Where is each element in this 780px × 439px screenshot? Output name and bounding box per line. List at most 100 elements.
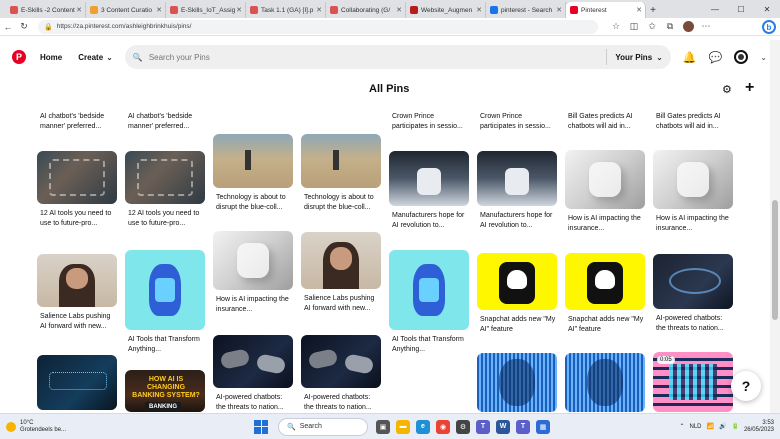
store-icon[interactable]: ▦ bbox=[536, 419, 550, 434]
tab-close-icon[interactable]: ✕ bbox=[396, 6, 402, 14]
collections-icon[interactable]: ⧉ bbox=[662, 19, 678, 35]
wifi-icon[interactable]: 📶 bbox=[707, 423, 714, 430]
pin-card[interactable]: How is AI impacting the insurance... bbox=[653, 150, 733, 233]
pin-card[interactable] bbox=[565, 353, 645, 412]
pin-card[interactable]: Manufacturers hope for AI revolution to.… bbox=[389, 151, 469, 230]
search-scope-dropdown[interactable]: Your Pins ⌄ bbox=[606, 49, 670, 65]
tab-close-icon[interactable]: ✕ bbox=[316, 6, 322, 14]
tab-close-icon[interactable]: ✕ bbox=[236, 6, 242, 14]
pinterest-logo-icon[interactable]: P bbox=[12, 50, 26, 64]
scrollbar-thumb[interactable] bbox=[772, 200, 778, 320]
pin-card[interactable]: AI-powered chatbots: the threats to nati… bbox=[653, 254, 733, 333]
bing-chat-icon[interactable]: b bbox=[762, 20, 776, 34]
nav-create-label: Create bbox=[78, 52, 104, 62]
maximize-icon[interactable]: ☐ bbox=[728, 0, 754, 18]
pin-card[interactable]: Snapchat adds new "My AI" feature bbox=[565, 253, 645, 334]
pin-caption[interactable]: Crown Prince participates in sessio... bbox=[477, 112, 557, 131]
pin-card[interactable]: AI-powered chatbots: the threats to nati… bbox=[213, 335, 293, 412]
reload-icon[interactable]: ↻ bbox=[16, 19, 32, 35]
account-chevron-icon[interactable]: ⌄ bbox=[760, 53, 767, 62]
tab-close-icon[interactable]: ✕ bbox=[156, 6, 162, 14]
taskbar-search[interactable]: 🔍 Search bbox=[278, 417, 368, 436]
more-icon[interactable]: ⋯ bbox=[698, 19, 714, 35]
task-view-icon[interactable]: ▣ bbox=[376, 419, 390, 434]
file-explorer-icon[interactable]: ▬ bbox=[396, 419, 410, 434]
word-icon[interactable]: W bbox=[496, 419, 510, 434]
chevron-down-icon: ⌄ bbox=[106, 52, 113, 62]
tab-favicon-icon bbox=[410, 6, 418, 14]
teams-chat-icon[interactable]: T bbox=[516, 419, 530, 434]
pin-card[interactable]: AI-powered chatbots: the threats to nati… bbox=[301, 335, 381, 412]
pin-card[interactable]: AI Tools that Transform Anything... bbox=[125, 250, 205, 354]
search-scope-label: Your Pins bbox=[615, 52, 653, 62]
browser-tab[interactable]: Website_Augmen ✕ bbox=[406, 2, 486, 18]
browser-tab[interactable]: Task 1.1 (GA) [I].p ✕ bbox=[246, 2, 326, 18]
search-input[interactable]: 🔍 Search your Pins Your Pins ⌄ bbox=[124, 45, 671, 69]
pin-image bbox=[213, 231, 293, 290]
minimize-icon[interactable]: — bbox=[702, 0, 728, 18]
favorite-icon[interactable]: ☆ bbox=[608, 19, 624, 35]
edge-browser-icon[interactable]: e bbox=[416, 419, 430, 434]
weather-widget[interactable]: 10°C Grotendeels be... bbox=[6, 420, 106, 434]
volume-icon[interactable]: 🔊 bbox=[719, 423, 726, 430]
browser-tab[interactable]: E-Skills -2 Content ✕ bbox=[6, 2, 86, 18]
tab-close-icon[interactable]: ✕ bbox=[476, 6, 482, 14]
messages-icon[interactable]: 💬 bbox=[709, 51, 723, 64]
browser-tab[interactable]: E-Skills_IoT_Assig ✕ bbox=[166, 2, 246, 18]
filter-icon[interactable]: ⚙ bbox=[722, 83, 732, 96]
browser-tab[interactable]: Pinterest ✕ bbox=[566, 2, 646, 18]
pin-image: 0:05 bbox=[653, 352, 733, 412]
pin-caption[interactable]: AI chatbot's 'bedside manner' preferred.… bbox=[37, 112, 117, 131]
pin-image bbox=[477, 151, 557, 206]
pin-card[interactable]: 0:05 bbox=[653, 352, 733, 412]
profile-icon[interactable] bbox=[680, 19, 696, 35]
pin-card[interactable]: HOW AI IS CHANGING BANKING SYSTEM? BANKI… bbox=[125, 370, 205, 412]
pin-caption[interactable]: AI chatbot's 'bedside manner' preferred.… bbox=[125, 112, 205, 131]
tab-close-icon[interactable]: ✕ bbox=[556, 6, 562, 14]
nav-home[interactable]: Home bbox=[40, 53, 62, 62]
nav-create[interactable]: Create ⌄ bbox=[78, 53, 113, 62]
split-screen-icon[interactable]: ◫ bbox=[626, 19, 642, 35]
pin-card[interactable]: How is AI impacting the insurance... bbox=[565, 150, 645, 233]
pin-card[interactable]: Salience Labs pushing AI forward with ne… bbox=[37, 254, 117, 331]
battery-icon[interactable]: 🔋 bbox=[731, 423, 738, 430]
windows-start-icon[interactable] bbox=[254, 419, 268, 434]
pin-card[interactable]: Technology is about to disrupt the blue-… bbox=[301, 134, 381, 212]
pin-caption[interactable]: Crown Prince participates in sessio... bbox=[389, 112, 469, 131]
profile-avatar-button[interactable] bbox=[734, 50, 749, 64]
page-scrollbar[interactable] bbox=[770, 40, 780, 413]
url-field[interactable]: 🔒 https://za.pinterest.com/ashleighbrink… bbox=[38, 19, 598, 34]
language-indicator[interactable]: NLD bbox=[690, 424, 702, 430]
browser-tab[interactable]: 3 Content Curatio ✕ bbox=[86, 2, 166, 18]
pin-card[interactable] bbox=[477, 353, 557, 412]
add-pin-icon[interactable]: + bbox=[745, 79, 754, 97]
pin-card[interactable] bbox=[37, 355, 117, 410]
tab-label: E-Skills -2 Content bbox=[21, 6, 75, 14]
pin-card[interactable]: Snapchat adds new "My AI" feature bbox=[477, 253, 557, 334]
pin-card[interactable]: AI Tools that Transform Anything... bbox=[389, 250, 469, 354]
new-tab-button[interactable]: + bbox=[646, 2, 660, 18]
browser-tab[interactable]: pinterest - Search ✕ bbox=[486, 2, 566, 18]
teams-icon[interactable]: T bbox=[476, 419, 490, 434]
pin-card[interactable]: 12 AI tools you need to use to future-pr… bbox=[37, 151, 117, 228]
clock[interactable]: 3:53 26/05/2023 bbox=[744, 420, 774, 434]
back-icon[interactable]: ← bbox=[0, 19, 16, 35]
notifications-bell-icon[interactable]: 🔔 bbox=[683, 51, 697, 64]
pin-caption[interactable]: Bill Gates predicts AI chatbots will aid… bbox=[653, 112, 733, 131]
pin-card[interactable]: Salience Labs pushing AI forward with ne… bbox=[301, 232, 381, 313]
tab-close-icon[interactable]: ✕ bbox=[76, 6, 82, 14]
settings-icon[interactable]: ⚙ bbox=[456, 419, 470, 434]
chrome-browser-icon[interactable]: ◉ bbox=[436, 419, 450, 434]
pin-image bbox=[477, 353, 557, 412]
tab-close-icon[interactable]: ✕ bbox=[636, 6, 642, 14]
close-window-icon[interactable]: ✕ bbox=[754, 0, 780, 18]
pin-card[interactable]: Technology is about to disrupt the blue-… bbox=[213, 134, 293, 212]
browser-tab[interactable]: Collaborating (G/ ✕ bbox=[326, 2, 406, 18]
tray-chevron-icon[interactable]: ⌃ bbox=[679, 423, 684, 430]
pin-card[interactable]: Manufacturers hope for AI revolution to.… bbox=[477, 151, 557, 230]
favorites-bar-icon[interactable]: ✩ bbox=[644, 19, 660, 35]
pin-caption[interactable]: Bill Gates predicts AI chatbots will aid… bbox=[565, 112, 645, 131]
pin-card[interactable]: 12 AI tools you need to use to future-pr… bbox=[125, 151, 205, 228]
pin-card[interactable]: How is AI impacting the insurance... bbox=[213, 231, 293, 314]
help-button[interactable]: ? bbox=[731, 371, 761, 401]
